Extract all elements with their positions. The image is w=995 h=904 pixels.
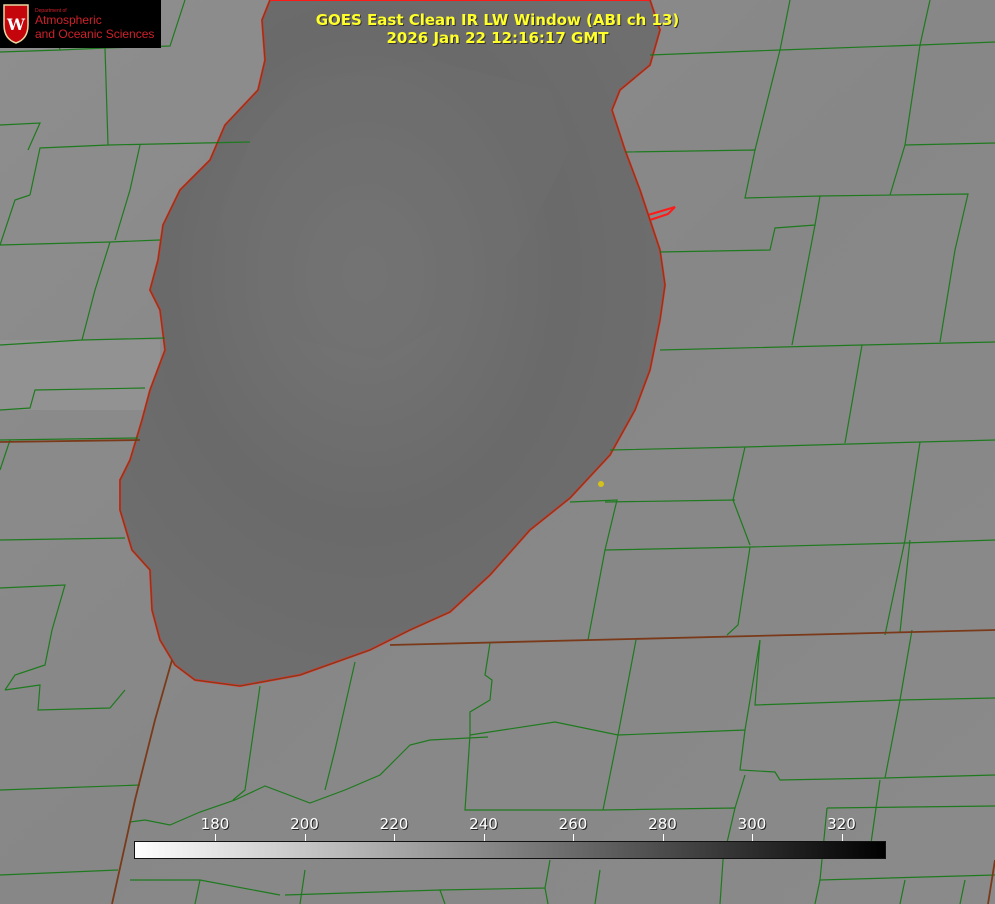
title-timestamp: 2026 Jan 22 12:16:17 GMT bbox=[386, 29, 609, 47]
colorbar-tick-label: 280 bbox=[648, 815, 677, 833]
colorbar-tick-mark bbox=[752, 834, 753, 841]
colorbar-tick-mark bbox=[662, 834, 664, 841]
colorbar-tick-mark bbox=[841, 834, 843, 841]
title-product: GOES East Clean IR LW Window (ABI ch 13) bbox=[315, 11, 680, 29]
colorbar-tick-label: 180 bbox=[200, 815, 230, 833]
image-title: GOES East Clean IR LW Window (ABI ch 13)… bbox=[0, 11, 995, 47]
colorbar-tick-label: 320 bbox=[827, 815, 856, 833]
satellite-image-viewer: W Department of Atmospheric and Oceanic … bbox=[0, 0, 995, 904]
colorbar-tick-label: 260 bbox=[558, 815, 588, 833]
satellite-map bbox=[0, 0, 995, 904]
colorbar-tick-mark bbox=[215, 834, 216, 841]
colorbar-tick-label: 200 bbox=[290, 815, 319, 833]
colorbar-tick-label: 300 bbox=[737, 815, 767, 833]
station-marker bbox=[598, 481, 604, 487]
colorbar-tick-mark bbox=[304, 834, 306, 841]
colorbar-tick-label: 240 bbox=[469, 815, 498, 833]
colorbar-tick-mark bbox=[394, 834, 395, 841]
colorbar bbox=[134, 841, 886, 859]
colorbar-tick-label: 220 bbox=[379, 815, 409, 833]
colorbar-tick-mark bbox=[483, 834, 485, 841]
colorbar-tick-mark bbox=[573, 834, 574, 841]
warm-band bbox=[0, 340, 160, 410]
